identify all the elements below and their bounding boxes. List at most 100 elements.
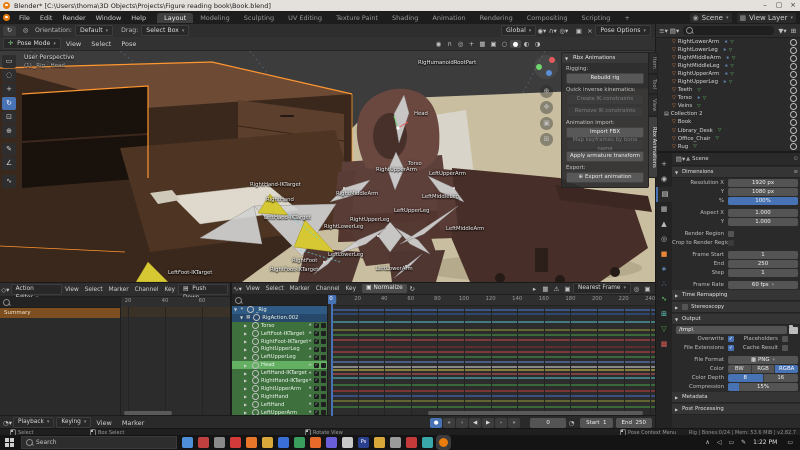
toggle-xray-icon[interactable]: ▣ — [488, 40, 499, 48]
expand-triangle-icon[interactable]: ▶ — [244, 323, 250, 328]
tool-transform[interactable]: ⊕ — [2, 125, 16, 138]
properties-tab-output[interactable]: ▤ — [656, 187, 672, 202]
new-collection-icon[interactable]: ⊞ — [788, 27, 799, 35]
shading-material-icon[interactable]: ◐ — [521, 40, 532, 48]
workspace-tab-uv-editing[interactable]: UV Editing — [281, 13, 329, 23]
pivot-dropdown-icon[interactable]: ◉▾ — [536, 27, 547, 35]
sidebar-tab-item[interactable]: Item — [648, 52, 658, 74]
workspace-tab-animation[interactable]: Animation — [425, 13, 472, 23]
channel-eye-icon[interactable] — [252, 377, 259, 384]
graph-channel-leftfoot-iktarget[interactable]: ▶LeftFoot-IKTarget∗✓ — [232, 330, 327, 338]
action-menu-marker[interactable]: Marker — [106, 287, 132, 293]
graph-menu-select[interactable]: Select — [263, 286, 287, 292]
show-overlays-icon[interactable]: ▦ — [477, 40, 488, 48]
visibility-eye-icon[interactable] — [790, 79, 797, 86]
auto-key-record-button[interactable]: ● — [430, 418, 442, 428]
sidebar-tab-rbx-animations[interactable]: Rbx Animations — [648, 116, 658, 178]
compression-slider[interactable]: 15% — [728, 383, 798, 391]
taskbar-clock[interactable]: 1:22 PM — [753, 439, 777, 446]
taskbar-icon-firefox[interactable] — [310, 437, 321, 448]
properties-tab-world[interactable]: ◎ — [656, 232, 672, 247]
shading-rendered-icon[interactable]: ◑ — [532, 40, 543, 48]
expand-triangle-icon[interactable]: ▶ — [244, 363, 250, 368]
pan-hand-icon[interactable]: ✥ — [540, 101, 553, 114]
properties-tab-scene[interactable]: ▲ — [656, 217, 672, 232]
maximize-button[interactable]: ▢ — [772, 0, 786, 11]
tray-chevron-icon[interactable]: ∧ — [705, 439, 709, 446]
outliner-item-office-chair[interactable]: ▽Office_Chair▽ — [656, 135, 800, 143]
prop-field-framerate[interactable]: 60 fps▾ — [728, 281, 798, 289]
stereoscopy-panel-header[interactable]: ▶ Stereoscopy — [672, 302, 800, 313]
channel-enable-checkbox[interactable]: ✓ — [314, 363, 319, 368]
graph-channel-rightfoot-iktarget[interactable]: ▶RightFoot-IKTarget∗✓ — [232, 338, 327, 346]
proportional-dropdown-icon[interactable]: ◎▾ — [558, 27, 569, 35]
prop-field-step[interactable]: 1 — [728, 269, 798, 277]
3d-viewport[interactable]: ✛ Pose Mode▾ ViewSelectPose ◉∩◎+▦▣○●◐◑ — [0, 37, 655, 282]
active-tool-icon[interactable]: ↻ — [3, 26, 16, 36]
visibility-eye-icon[interactable] — [790, 103, 797, 110]
outliner-item-rightmiddlearm[interactable]: ▽RightMiddleArm∗▽ — [656, 54, 800, 62]
visibility-eye-icon[interactable] — [790, 47, 797, 54]
graph-channel-leftupperleg[interactable]: ▶LeftUpperLeg∗✓ — [232, 353, 327, 361]
graph-channel-righthand[interactable]: ▶RightHand∗✓ — [232, 393, 327, 401]
rbx-button-rebuild-rig[interactable]: Rebuild rig — [566, 73, 644, 84]
expand-triangle-icon[interactable]: ▶ — [244, 339, 250, 344]
visibility-eye-icon[interactable] — [790, 71, 797, 78]
workspace-tab-scripting[interactable]: Scripting — [575, 13, 618, 23]
viewport-menu-pose[interactable]: Pose — [116, 40, 141, 48]
tool-select-circle[interactable]: ◌ — [2, 69, 16, 82]
graph-menu-view[interactable]: View — [243, 286, 263, 292]
modifier-wrench-icon[interactable]: ∗ — [308, 394, 312, 399]
taskbar-search[interactable]: Search — [21, 436, 177, 449]
modifier-wrench-icon[interactable]: ∗ — [308, 355, 312, 360]
playback-dropdown[interactable]: Playback▾ — [13, 417, 54, 428]
channel-eye-icon[interactable] — [252, 393, 259, 400]
channel-lock-icon[interactable] — [321, 378, 326, 383]
mode-dropdown[interactable]: ✛ Pose Mode▾ — [3, 38, 61, 49]
ortho-grid-icon[interactable]: ⊞ — [540, 133, 553, 146]
outliner-item-veins[interactable]: ▽Veins▽ — [656, 102, 800, 110]
outliner-item-torso[interactable]: ▽Torso∗▽ — [656, 94, 800, 102]
color-option-rgb[interactable]: RGB — [752, 365, 776, 373]
depth-option-16[interactable]: 16 — [764, 374, 799, 382]
editor-type-icon[interactable]: ◇▾ — [0, 286, 11, 294]
ghost-curves-icon[interactable]: ▣ — [562, 285, 573, 293]
close-button[interactable]: × — [786, 0, 800, 11]
channel-enable-checkbox[interactable]: ✓ — [314, 347, 319, 352]
minimize-button[interactable]: – — [758, 0, 772, 11]
dimensions-panel-header[interactable]: ▼Dimensions ≡ — [672, 167, 800, 178]
channel-lock-icon[interactable] — [321, 339, 326, 344]
channel-eye-icon[interactable] — [252, 362, 259, 369]
channel-eye-icon[interactable] — [247, 306, 254, 313]
axis-y-dot[interactable] — [536, 64, 542, 70]
action-menu-key[interactable]: Key — [161, 287, 178, 293]
outliner-item-library-desk[interactable]: ▽Library_Desk▽ — [656, 127, 800, 135]
viewport-menu-view[interactable]: View — [61, 40, 86, 48]
outliner-collection-icon[interactable]: ▤▾ — [669, 27, 680, 35]
gizmo-options-icon[interactable]: ◎ — [19, 26, 32, 36]
time-remapping-panel-header[interactable]: ▶Time Remapping — [672, 290, 800, 301]
channel-enable-checkbox[interactable]: ✓ — [314, 386, 319, 391]
show-gizmo-icon[interactable]: + — [466, 40, 477, 48]
workspace-tab-modeling[interactable]: Modeling — [193, 13, 237, 23]
view-layer-selector[interactable]: ▦ View Layer ▾ — [737, 13, 797, 23]
modifier-wrench-icon[interactable]: ∗ — [308, 347, 312, 352]
jump-to-end-button[interactable]: » — [508, 418, 520, 428]
copy-curves-icon[interactable]: ▣ — [642, 285, 653, 293]
channel-lock-icon[interactable] — [321, 386, 326, 391]
prop-field-end[interactable]: 250 — [728, 260, 798, 268]
action-mode-dropdown[interactable]: Action Editor▾ — [11, 284, 62, 295]
graph-menu-channel[interactable]: Channel — [313, 286, 343, 292]
frame-end-field[interactable]: End 250 — [616, 418, 652, 428]
prop-slider[interactable]: 100% — [728, 197, 798, 205]
visibility-eye-icon[interactable] — [790, 135, 797, 142]
channel-lock-icon[interactable] — [321, 355, 326, 360]
channel-lock-icon[interactable] — [321, 331, 326, 336]
visibility-eye-icon[interactable] — [790, 95, 797, 102]
clear-icon[interactable]: × — [584, 27, 595, 35]
channel-lock-icon[interactable] — [321, 394, 326, 399]
volume-icon[interactable]: ◁ — [717, 439, 722, 446]
blender-menu-icon[interactable] — [3, 14, 10, 21]
push-down-button[interactable]: ▤ Push Down — [178, 284, 228, 295]
use-preview-range-icon[interactable]: ◔ — [566, 419, 577, 427]
